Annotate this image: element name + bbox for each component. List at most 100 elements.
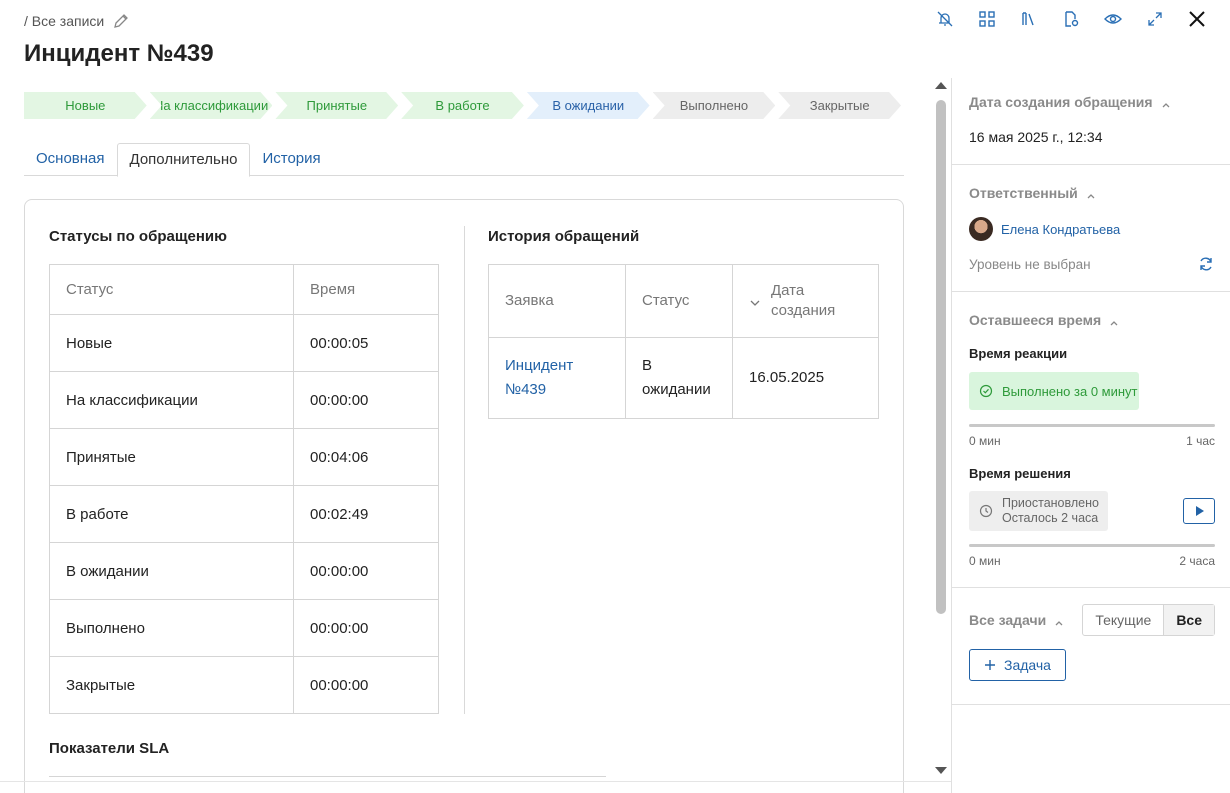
column-divider <box>464 226 465 714</box>
reaction-status-text: Выполнено за 0 минут <box>1002 383 1138 399</box>
scrollbar[interactable] <box>932 82 950 782</box>
tasks-section: Все задачи Текущие Все Задача <box>952 588 1230 705</box>
bell-off-icon[interactable] <box>924 8 966 30</box>
table-header-row: Заявка Статус Дата создания <box>488 264 879 338</box>
reaction-label: Время реакции <box>969 346 1068 361</box>
filter-current[interactable]: Текущие <box>1083 605 1163 635</box>
cell-time: 00:04:06 <box>293 428 439 486</box>
scroll-thumb[interactable] <box>936 100 946 614</box>
reaction-min: 0 мин <box>969 434 1001 448</box>
tasks-label: Все задачи <box>969 612 1047 628</box>
step-done[interactable]: Выполнено <box>653 92 776 119</box>
resolution-progress-bar <box>969 544 1215 547</box>
breadcrumb-all-records[interactable]: / Все записи <box>24 13 104 29</box>
history-title: История обращений <box>488 228 640 245</box>
table-row: На классификации 00:00:00 <box>49 371 439 429</box>
history-table: Заявка Статус Дата создания Инцидент №43… <box>488 264 879 419</box>
add-task-button[interactable]: Задача <box>969 649 1066 681</box>
sla-title: Показатели SLA <box>49 740 170 757</box>
resume-button[interactable] <box>1183 498 1215 524</box>
step-closed[interactable]: Закрытые <box>778 92 901 119</box>
cell-status: Выполнено <box>49 599 294 657</box>
close-icon[interactable] <box>1176 8 1218 30</box>
table-row: В ожидании 00:00:00 <box>49 542 439 600</box>
step-in-progress[interactable]: В работе <box>401 92 524 119</box>
column-header-created-label: Дата создания <box>771 282 836 319</box>
resolution-status-text: Приостановлено Осталось 2 часа <box>1002 496 1099 526</box>
tasks-header[interactable]: Все задачи <box>969 612 1064 628</box>
step-new[interactable]: Новые <box>24 92 147 119</box>
avatar <box>969 217 993 241</box>
scroll-up-arrow-icon[interactable] <box>935 82 947 89</box>
sla-table <box>49 776 606 778</box>
request-link[interactable]: Инцидент №439 <box>488 337 626 419</box>
created-value: 16 мая 2025 г., 12:34 <box>969 129 1103 145</box>
responsible-header[interactable]: Ответственный <box>969 185 1096 201</box>
column-header-status: Статус <box>49 264 294 315</box>
cell-status: Принятые <box>49 428 294 486</box>
tab-bar: Основная Дополнительно История <box>24 143 904 177</box>
resolution-scale: 0 мин 2 часа <box>969 554 1215 568</box>
library-icon[interactable] <box>1008 8 1050 30</box>
level-text: Уровень не выбран <box>969 257 1091 272</box>
status-stepper: Новые На классификации Принятые В работе… <box>24 92 904 119</box>
chevron-up-icon <box>1161 97 1171 108</box>
table-row: В работе 00:02:49 <box>49 485 439 543</box>
tab-additional[interactable]: Дополнительно <box>116 143 251 177</box>
responsible-user-name: Елена Кондратьева <box>1001 221 1121 237</box>
chevron-up-icon <box>1054 615 1064 626</box>
cell-status: На классификации <box>49 371 294 429</box>
bottom-divider <box>0 781 951 782</box>
tab-main[interactable]: Основная <box>24 143 117 176</box>
tasks-filter: Текущие Все <box>1082 604 1215 636</box>
cell-time: 00:00:00 <box>293 542 439 600</box>
cell-date: 16.05.2025 <box>732 337 879 419</box>
chevron-up-icon <box>1109 315 1119 326</box>
chevron-up-icon <box>1086 188 1096 199</box>
step-accepted[interactable]: Принятые <box>275 92 398 119</box>
step-waiting[interactable]: В ожидании <box>527 92 650 119</box>
cell-status: В ожидании <box>49 542 294 600</box>
cell-time: 00:00:00 <box>293 599 439 657</box>
resolution-status-badge: Приостановлено Осталось 2 часа <box>969 491 1108 531</box>
responsible-user[interactable]: Елена Кондратьева <box>969 217 1120 241</box>
remaining-header[interactable]: Оставшееся время <box>969 312 1119 328</box>
cell-status: В работе <box>49 485 294 543</box>
scroll-down-arrow-icon[interactable] <box>935 767 947 774</box>
table-row: Закрытые 00:00:00 <box>49 656 439 714</box>
cell-time: 00:00:05 <box>293 314 439 372</box>
statuses-table: Статус Время Новые 00:00:05 На классифика… <box>49 264 439 714</box>
cell-status: В ожидании <box>625 337 733 419</box>
remaining-section: Оставшееся время Время реакции Выполнено… <box>952 292 1230 588</box>
reaction-max: 1 час <box>1186 434 1215 448</box>
incident-page: / Все записи Инцидент №439 Новые На клас… <box>0 0 1230 793</box>
reaction-scale: 0 мин 1 час <box>969 434 1215 448</box>
created-header[interactable]: Дата создания обращения <box>969 94 1171 110</box>
column-header-created[interactable]: Дата создания <box>732 264 879 338</box>
page-title: Инцидент №439 <box>24 40 214 67</box>
breadcrumb: / Все записи <box>24 12 130 30</box>
filter-all[interactable]: Все <box>1163 605 1214 635</box>
top-toolbar <box>924 8 1218 30</box>
cell-time: 00:00:00 <box>293 656 439 714</box>
column-header-request: Заявка <box>488 264 626 338</box>
grid-icon[interactable] <box>966 8 1008 30</box>
table-row: Выполнено 00:00:00 <box>49 599 439 657</box>
pencil-icon[interactable] <box>112 12 130 30</box>
eye-icon[interactable] <box>1092 8 1134 30</box>
document-settings-icon[interactable] <box>1050 8 1092 30</box>
step-classification[interactable]: На классификации <box>150 92 273 119</box>
tab-history[interactable]: История <box>250 143 332 176</box>
resolution-status-line1: Приостановлено <box>1002 496 1099 510</box>
plus-icon <box>985 660 995 670</box>
responsible-label: Ответственный <box>969 185 1078 201</box>
responsible-section: Ответственный Елена Кондратьева Уровень … <box>952 165 1230 292</box>
play-icon <box>1196 506 1204 516</box>
refresh-icon[interactable] <box>1197 255 1215 273</box>
table-row: Новые 00:00:05 <box>49 314 439 372</box>
resolution-min: 0 мин <box>969 554 1001 568</box>
remaining-label: Оставшееся время <box>969 312 1102 328</box>
chevron-down-icon <box>749 295 761 307</box>
table-row: Инцидент №439 В ожидании 16.05.2025 <box>488 337 879 419</box>
expand-icon[interactable] <box>1134 8 1176 30</box>
